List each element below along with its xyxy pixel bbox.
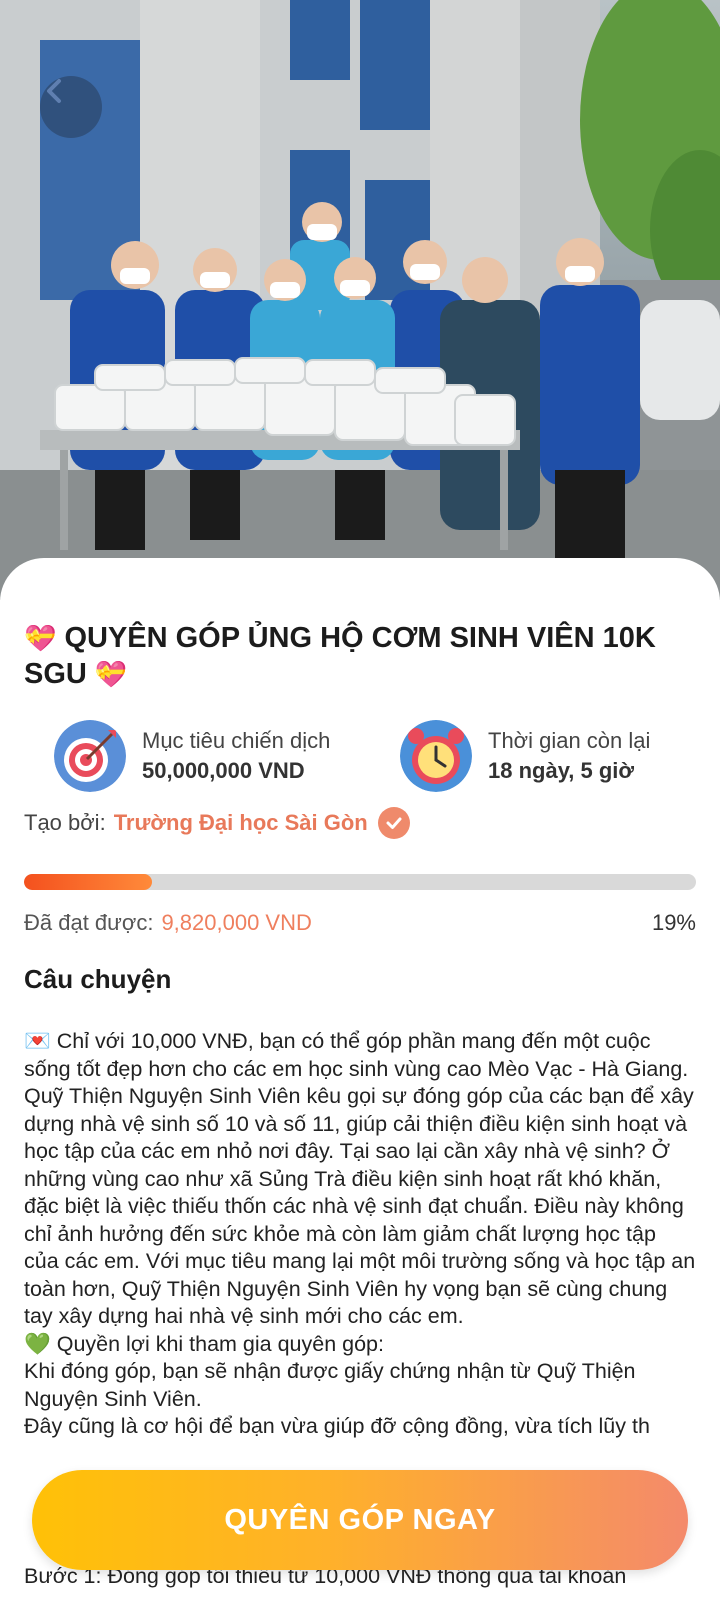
check-badge-icon [377,807,410,839]
chevron-left-icon [47,79,61,103]
story-paragraph: Đây cũng là cơ hội để bạn vừa giúp đỡ cộ… [24,1414,650,1438]
back-button[interactable] [40,76,102,138]
target-stat: Mục tiêu chiến dịch 50,000,000 VND [54,720,330,792]
campaign-detail-sheet: 💝 QUYÊN GÓP ỦNG HỘ CƠM SINH VIÊN 10K SGU… [0,558,720,1600]
story-paragraph: Khi đóng góp, bạn sẽ nhận được giấy chứn… [24,1359,636,1411]
creator-row: Tạo bởi: Trường Đại học Sài Gòn [24,806,410,840]
alarm-clock-icon [400,720,472,792]
remaining-value: 18 ngày, 5 giờ [488,758,635,783]
donation-progress-fill [24,874,152,890]
story-text: 💌 Chỉ với 10,000 VNĐ, bạn có thể góp phầ… [24,1028,696,1441]
achieved-label: Đã đạt được: [24,910,154,935]
remaining-label: Thời gian còn lại [488,728,651,753]
donate-now-button[interactable]: QUYÊN GÓP NGAY [32,1470,688,1570]
heart-gift-icon: 💝 [24,623,57,653]
volunteers-photo-illustration [0,0,720,600]
donation-progress-bar [24,874,696,890]
creator-prefix: Tạo bởi: [24,810,106,835]
target-icon [54,720,126,792]
story-paragraph: 💌 Chỉ với 10,000 VNĐ, bạn có thể góp phầ… [24,1029,696,1328]
achieved-amount: 9,820,000 VND [161,910,312,935]
heart-gift-icon: 💝 [94,659,128,689]
remaining-time-stat: Thời gian còn lại 18 ngày, 5 giờ [400,720,650,792]
achieved-percent: 19% [651,910,696,935]
story-heading: Câu chuyện [24,964,172,994]
achieved-row: Đã đạt được: 9,820,000 VND 19% [24,906,696,940]
story-benefits-heading: 💚 Quyền lợi khi tham gia quyên góp: [24,1331,384,1356]
target-value: 50,000,000 VND [142,758,305,783]
creator-name-link[interactable]: Trường Đại học Sài Gòn [114,810,368,836]
campaign-photo [0,0,720,600]
campaign-title-block: 💝 QUYÊN GÓP ỦNG HỘ CƠM SINH VIÊN 10K SGU… [24,620,696,692]
target-label: Mục tiêu chiến dịch [142,728,331,753]
